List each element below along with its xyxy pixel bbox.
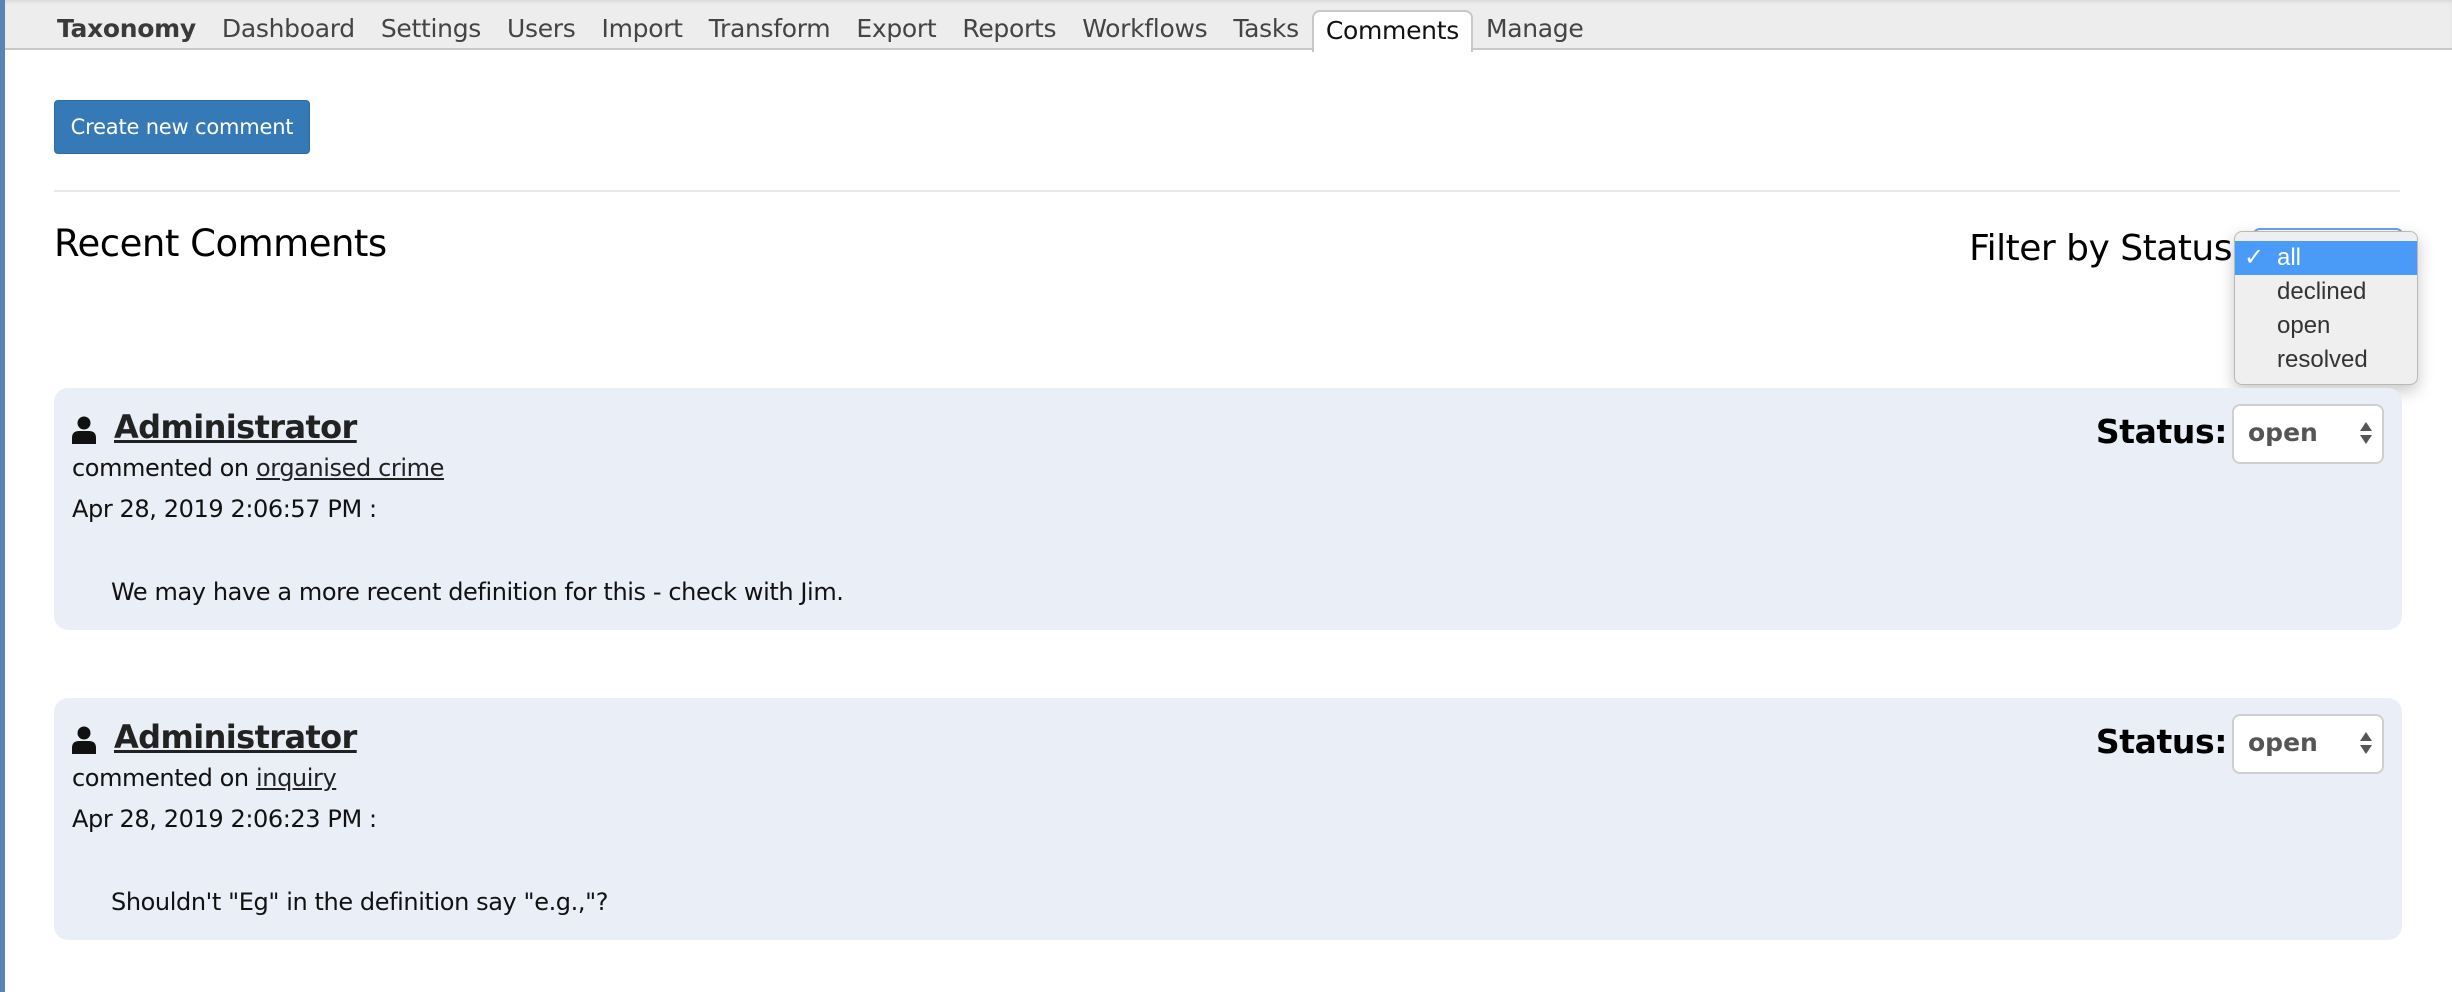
comment-context: commented on inquiry bbox=[72, 764, 337, 792]
comment-context: commented on organised crime bbox=[72, 454, 444, 482]
filter-option-all[interactable]: ✓ all bbox=[2235, 241, 2417, 275]
comment-card: Administrator commented on organised cri… bbox=[54, 388, 2402, 630]
filter-option-label: open bbox=[2277, 312, 2331, 339]
filter-option-declined[interactable]: declined bbox=[2235, 275, 2417, 309]
nav-tab-comments[interactable]: Comments bbox=[1311, 10, 1473, 52]
comment-author-row: Administrator bbox=[72, 718, 357, 756]
filter-option-open[interactable]: open bbox=[2235, 309, 2417, 343]
filter-option-resolved[interactable]: resolved bbox=[2235, 343, 2417, 377]
select-arrows-icon bbox=[2360, 422, 2372, 448]
status-label: Status: bbox=[2095, 722, 2228, 761]
filter-option-label: resolved bbox=[2277, 346, 2368, 373]
nav-tab-manage[interactable]: Manage bbox=[1473, 10, 1597, 50]
user-icon bbox=[72, 416, 96, 444]
nav-tab-tasks[interactable]: Tasks bbox=[1220, 10, 1311, 50]
create-new-comment-button[interactable]: Create new comment bbox=[54, 100, 310, 154]
commented-on-text: commented on bbox=[72, 454, 256, 482]
select-arrows-icon bbox=[2360, 732, 2372, 758]
comment-author-row: Administrator bbox=[72, 408, 357, 446]
comment-term-link[interactable]: inquiry bbox=[256, 764, 337, 792]
nav-tab-settings[interactable]: Settings bbox=[368, 10, 494, 50]
nav-tab-import[interactable]: Import bbox=[589, 10, 696, 50]
comment-author-link[interactable]: Administrator bbox=[114, 718, 357, 756]
nav-tab-users[interactable]: Users bbox=[494, 10, 589, 50]
comment-status-select[interactable]: open bbox=[2232, 714, 2384, 774]
status-select-value: open bbox=[2248, 728, 2318, 757]
window-left-edge bbox=[0, 0, 5, 992]
nav-brand-taxonomy[interactable]: Taxonomy bbox=[49, 10, 209, 50]
nav-tab-export[interactable]: Export bbox=[843, 10, 949, 50]
commented-on-text: commented on bbox=[72, 764, 256, 792]
checkmark-icon: ✓ bbox=[2244, 244, 2265, 271]
nav-tabs: Taxonomy Dashboard Settings Users Import… bbox=[49, 10, 1597, 52]
nav-tab-transform[interactable]: Transform bbox=[696, 10, 844, 50]
comment-author-link[interactable]: Administrator bbox=[114, 408, 357, 446]
comment-term-link[interactable]: organised crime bbox=[256, 454, 444, 482]
filter-status-dropdown-menu: ✓ all declined open resolved bbox=[2234, 231, 2418, 385]
comment-timestamp: Apr 28, 2019 2:06:57 PM : bbox=[72, 495, 377, 523]
section-divider bbox=[54, 190, 2400, 192]
nav-tab-reports[interactable]: Reports bbox=[949, 10, 1069, 50]
status-select-value: open bbox=[2248, 418, 2318, 447]
comment-status-select[interactable]: open bbox=[2232, 404, 2384, 464]
status-label: Status: bbox=[2095, 412, 2228, 451]
comment-timestamp: Apr 28, 2019 2:06:23 PM : bbox=[72, 805, 377, 833]
user-icon bbox=[72, 726, 96, 754]
page-title: Recent Comments bbox=[54, 222, 387, 265]
nav-tab-dashboard[interactable]: Dashboard bbox=[209, 10, 368, 50]
comment-card: Administrator commented on inquiry Apr 2… bbox=[54, 698, 2402, 940]
filter-by-status-label: Filter by Status bbox=[1969, 228, 2232, 269]
comment-body: We may have a more recent definition for… bbox=[111, 578, 844, 606]
filter-option-label: declined bbox=[2277, 278, 2367, 305]
top-nav-bar: Taxonomy Dashboard Settings Users Import… bbox=[5, 0, 2452, 52]
comment-body: Shouldn't "Eg" in the definition say "e.… bbox=[111, 888, 609, 916]
nav-tab-workflows[interactable]: Workflows bbox=[1069, 10, 1220, 50]
filter-option-label: all bbox=[2277, 244, 2302, 271]
